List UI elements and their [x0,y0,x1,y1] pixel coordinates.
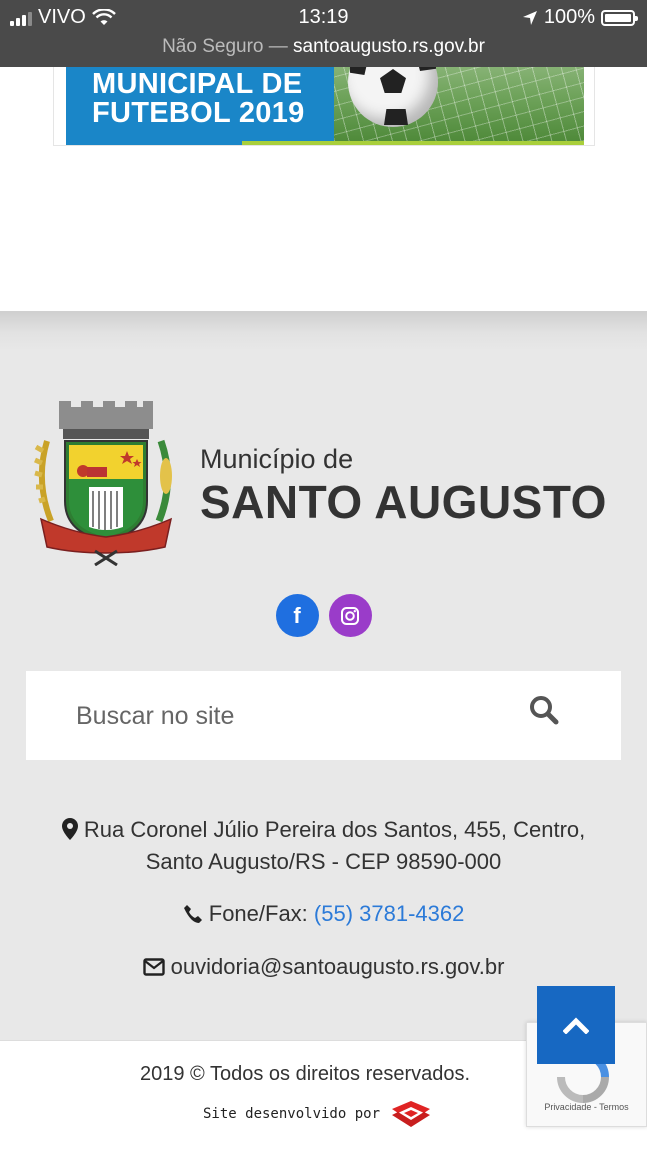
email-link[interactable]: ouvidoria@santoaugusto.rs.gov.br [171,954,505,979]
search-box [26,671,621,760]
logo-subtitle: Município de [200,444,354,474]
facebook-icon: f [293,602,301,628]
battery-percent: 100% [543,6,595,28]
municipality-logo[interactable]: Município de SANTO AUGUSTO [33,401,613,571]
instagram-link[interactable] [328,594,372,637]
chevron-up-icon [563,1017,589,1034]
address: Rua Coronel Júlio Pereira dos Santos, 45… [0,814,647,878]
security-label: Não Seguro [162,36,264,57]
phone-label: Fone/Fax: [208,901,308,926]
recaptcha-links[interactable]: Privacidade - Termos [527,1102,646,1112]
developer-logo-icon [392,1101,431,1127]
url-domain: santoaugusto.rs.gov.br [293,36,485,57]
envelope-icon [142,958,165,976]
phone: Fone/Fax: (55) 3781-4362 [0,901,647,927]
phone-link[interactable]: (55) 3781-4362 [314,901,464,926]
email: ouvidoria@santoaugusto.rs.gov.br [0,954,647,980]
copyright-text: 2019 © Todos os direitos reservados. [140,1063,471,1085]
site-footer: Município de SANTO AUGUSTO f Buscar no s… [0,311,647,1040]
address-line1: Rua Coronel Júlio Pereira dos Santos, 45… [83,817,586,842]
developer-credit-label: Site desenvolvido por [203,1106,381,1122]
battery-icon [601,9,638,26]
banner-title: MUNICIPAL DE FUTEBOL 2019 [92,68,305,129]
coat-of-arms-icon [34,401,173,566]
instagram-icon [341,606,359,625]
url-bar[interactable]: Não Seguro — santoaugusto.rs.gov.br [0,36,647,58]
phone-icon [183,905,202,923]
logo-title: SANTO AUGUSTO [200,476,607,528]
location-arrow-icon [522,10,537,25]
search-icon [530,696,559,725]
developer-credit[interactable]: Site desenvolvido por [203,1099,434,1129]
social-links: f [0,594,647,637]
map-marker-icon [61,818,78,840]
status-bar: VIVO 13:19 100% Não Seguro — santoaugust… [0,0,647,67]
search-input[interactable] [74,697,498,735]
facebook-link[interactable]: f [275,594,319,637]
back-to-top-button[interactable] [537,986,615,1064]
address-line2: Santo Augusto/RS - CEP 98590-000 [145,849,502,874]
search-button[interactable] [527,693,563,729]
url-separator: — [263,36,294,57]
